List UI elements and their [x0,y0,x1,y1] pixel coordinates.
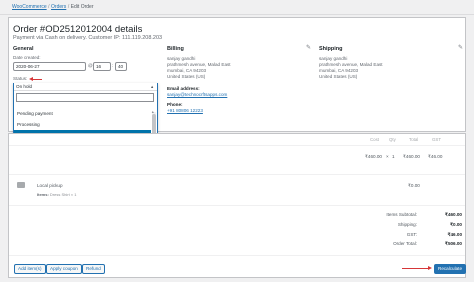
order-total-label: Order Total: [393,241,417,246]
status-option-pending[interactable]: Pending payment [14,108,151,119]
status-label: Status: [13,76,28,81]
general-heading: General [13,46,34,52]
breadcrumb-separator: / [48,4,50,10]
line-item-qty-prefix: × [386,154,389,159]
line-item-tax: ₹46.00 [428,154,443,159]
status-option-processing[interactable]: Processing [14,119,151,130]
order-payment-meta: Payment via Cash on delivery. Customer I… [13,35,163,41]
status-select[interactable]: On hold [14,83,157,91]
time-separator: : [112,63,114,68]
shipping-items-value: Dress Shirt × 1 [49,192,77,197]
status-search-input[interactable] [16,93,154,102]
annotation-arrow-recalculate [402,268,428,270]
column-total: Total [409,137,419,142]
apply-coupon-button[interactable]: Apply coupon [46,264,82,274]
items-header-divider [9,145,465,146]
column-qty: Qty [389,137,396,142]
column-cost: Cost [370,137,380,142]
items-subtotal-label: Items Subtotal: [386,212,417,217]
refund-button[interactable]: Refund [82,264,105,274]
totals-divider [9,255,465,256]
line-item-cost: ₹460.00 [365,154,382,159]
annotation-arrow-status [32,79,42,81]
header-divider [0,14,474,15]
minute-input[interactable]: 40 [115,62,127,71]
billing-heading: Billing [167,46,184,52]
breadcrumb-orders[interactable]: Orders [51,4,66,10]
line-item-total: ₹460.00 [403,154,420,159]
column-tax: GST [432,137,442,142]
shipping-heading: Shipping [319,46,343,52]
chevron-up-icon[interactable]: ▴ [151,84,153,90]
hour-input[interactable]: 16 [93,62,111,71]
billing-address: sanjay gandhi prathmesh avenue, Malad Ea… [167,56,231,80]
breadcrumb-current: Edit Order [70,4,94,10]
items-subtotal-value: ₹460.00 [445,212,462,217]
breadcrumb-separator: / [67,4,70,10]
gst-total-value: ₹46.00 [447,232,462,237]
annotation-arrowhead-status [29,77,33,81]
billing-phone-link[interactable]: +91 80806 12223 [167,108,203,114]
shipping-line-total: ₹0.00 [408,183,420,188]
at-symbol: @ [88,63,93,68]
shipping-address-line: United States (US) [319,74,358,79]
line-item-divider [9,174,465,175]
add-items-button[interactable]: Add item(s) [14,264,46,274]
billing-address-line: United States (US) [167,74,206,79]
shipping-items-label: Items: [37,192,49,197]
billing-email-link[interactable]: sanjay@technocrftsapps.com [167,92,227,98]
shipping-address: sanjay gandhi prathmesh avenue, Malad Ea… [319,56,383,80]
edit-billing-pencil-icon[interactable]: ✎ [306,44,311,51]
shipping-total-label: Shipping: [397,222,417,227]
scroll-up-icon[interactable]: ▲ [151,109,155,115]
shipping-total-value: ₹0.00 [450,222,462,227]
recalculate-button[interactable]: Recalculate [434,264,467,274]
shipping-line-divider [9,205,465,206]
order-total-value: ₹506.00 [445,241,462,246]
truck-icon [17,182,25,188]
shipping-items-meta: Items: Dress Shirt × 1 [37,192,76,197]
line-item-qty: 1 [392,154,395,159]
gst-total-label: GST: [406,232,417,237]
breadcrumb-woocommerce[interactable]: WooCommerce [12,4,47,10]
date-created-label: Date created: [13,55,41,60]
breadcrumb: WooCommerce / Orders / Edit Order [12,4,94,10]
annotation-arrowhead-recalculate [428,266,432,270]
date-created-input[interactable]: 2020-06-27 [13,62,86,71]
edit-shipping-pencil-icon[interactable]: ✎ [458,44,463,51]
page-title: Order #OD2512012004 details [13,24,143,35]
shipping-method-name: Local pickup [37,183,63,188]
